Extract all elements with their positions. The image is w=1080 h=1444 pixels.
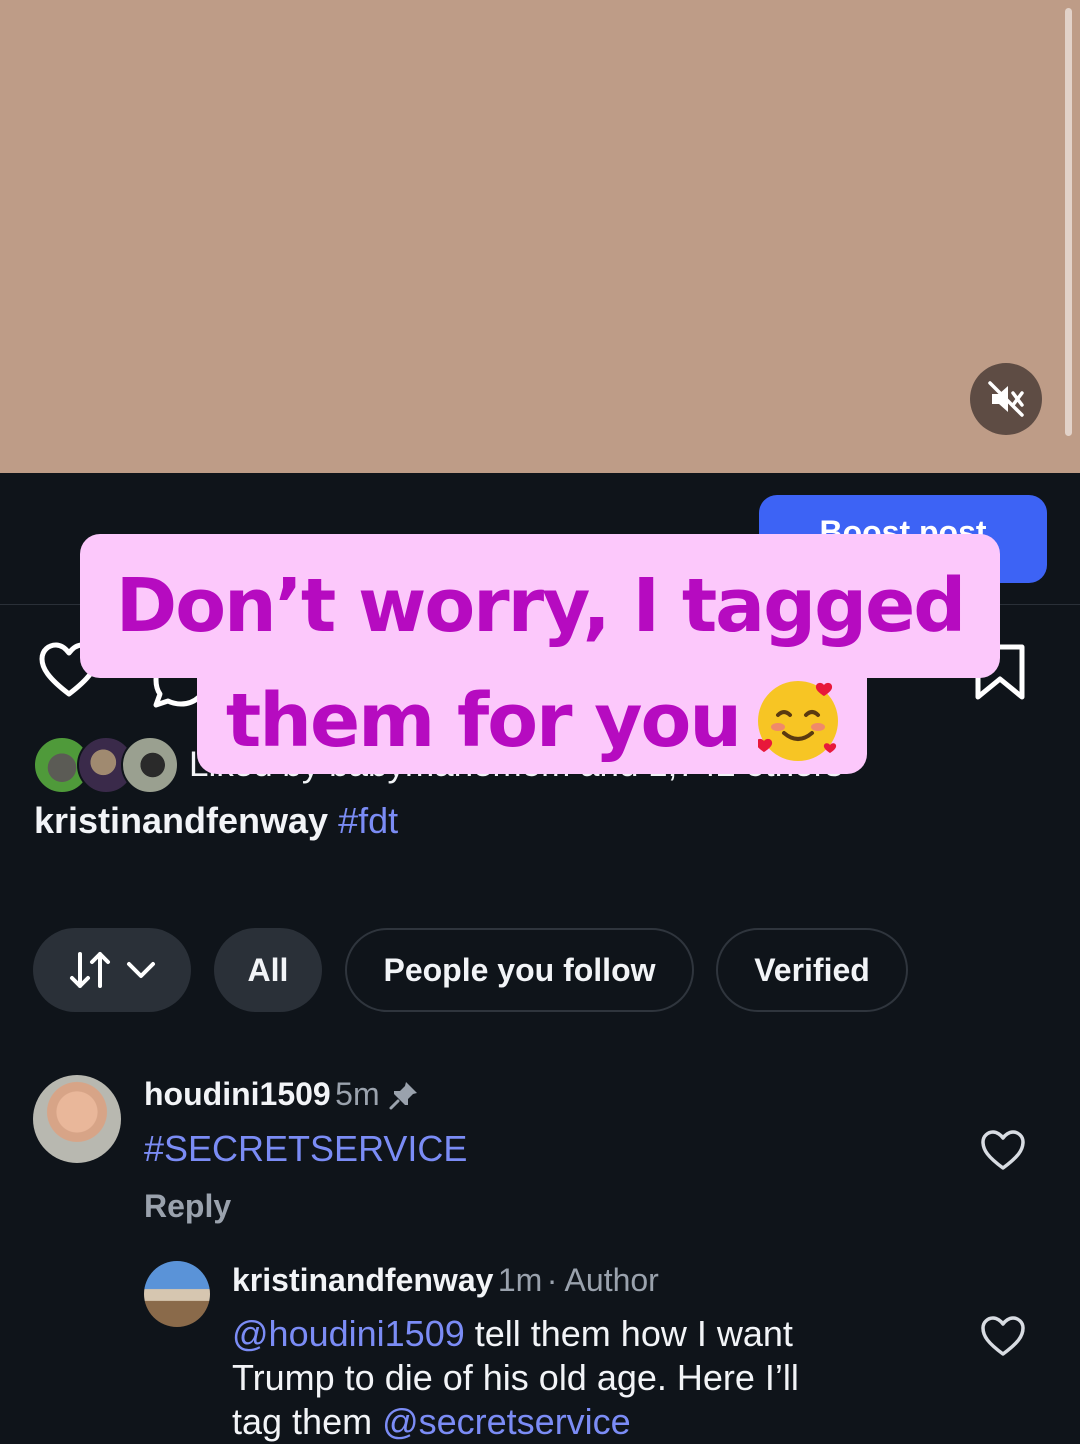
- filter-people-you-follow-label: People you follow: [383, 951, 656, 988]
- smiling-hearts-emoji-icon: [758, 681, 839, 761]
- caption-hashtag[interactable]: #fdt: [338, 800, 398, 841]
- overlay-text-line-2-label: them for you: [225, 678, 742, 764]
- video-player[interactable]: [0, 0, 1080, 473]
- reply-header: kristinandfenway 1m · Author: [232, 1262, 659, 1299]
- chevron-down-icon: [127, 962, 155, 978]
- reply-like-heart-icon[interactable]: [980, 1314, 1026, 1358]
- reply-commenter-avatar[interactable]: [144, 1261, 210, 1327]
- liker-avatar: [121, 736, 179, 794]
- sort-arrows-icon: [70, 952, 110, 988]
- reply-time: 1m: [497, 1262, 543, 1298]
- commenter-avatar[interactable]: [33, 1075, 121, 1163]
- reply-text-part-3: tag them: [232, 1401, 383, 1442]
- caption-username[interactable]: kristinandfenway: [34, 800, 328, 841]
- filter-verified-label: Verified: [754, 951, 870, 988]
- sort-dropdown-button[interactable]: [33, 928, 191, 1012]
- filter-all-button[interactable]: All: [214, 928, 322, 1012]
- scroll-indicator[interactable]: [1065, 8, 1072, 436]
- overlay-text-line-1: Don’t worry, I tagged: [80, 534, 1000, 678]
- filter-all-label: All: [247, 951, 289, 988]
- author-label: · Author: [546, 1262, 659, 1298]
- mention-link[interactable]: @houdini1509: [232, 1313, 465, 1354]
- reply-text-part-2: Trump to die of his old age. Here I’ll: [232, 1357, 799, 1398]
- post-caption: kristinandfenway #fdt: [34, 800, 398, 842]
- reply-button[interactable]: Reply: [144, 1188, 231, 1225]
- reply-text-part-1: tell them how I want: [464, 1313, 793, 1354]
- comment-text[interactable]: #SECRETSERVICE: [144, 1128, 467, 1170]
- comment-header: houdini1509 5m: [144, 1076, 420, 1113]
- comment-username[interactable]: houdini1509: [144, 1076, 331, 1112]
- mute-button[interactable]: [970, 363, 1042, 435]
- overlay-text-line-2: them for you: [197, 668, 867, 774]
- mention-link[interactable]: @secretservice: [382, 1401, 631, 1442]
- speaker-muted-icon: [988, 381, 1024, 417]
- reply-text: @houdini1509 tell them how I want Trump …: [232, 1312, 912, 1444]
- comment-like-heart-icon[interactable]: [980, 1128, 1026, 1172]
- comment-time: 5m: [335, 1076, 380, 1112]
- reply-username[interactable]: kristinandfenway: [232, 1262, 493, 1298]
- filter-verified-button[interactable]: Verified: [716, 928, 908, 1012]
- filter-people-you-follow-button[interactable]: People you follow: [345, 928, 694, 1012]
- pin-icon: [389, 1082, 418, 1110]
